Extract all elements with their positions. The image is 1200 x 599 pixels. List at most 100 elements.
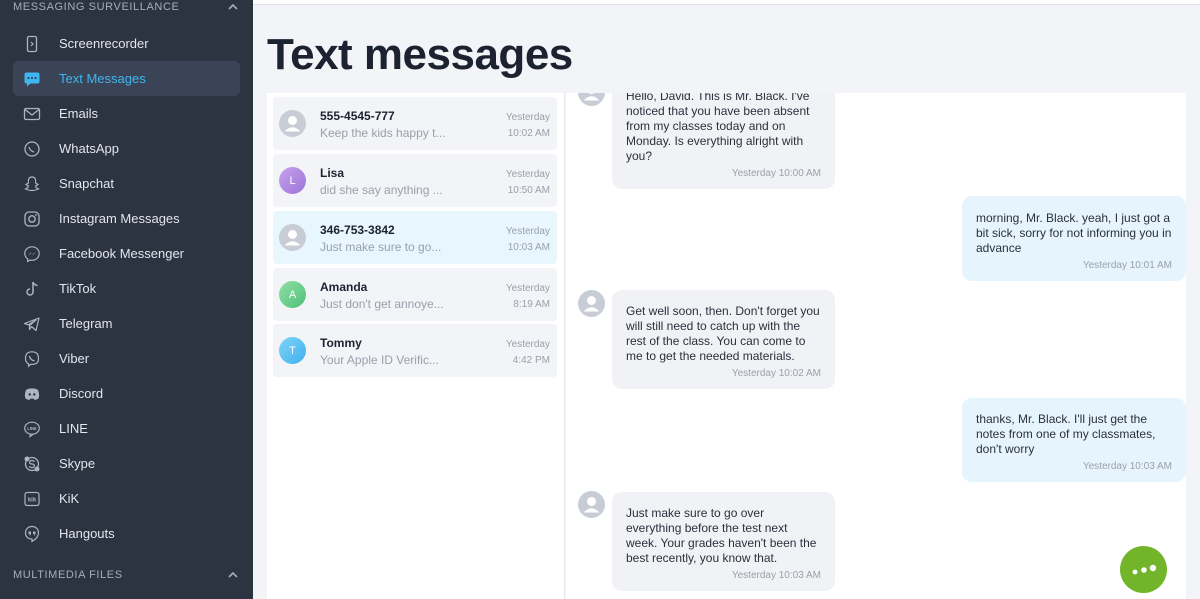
message-timestamp: Yesterday 10:03 AM	[1082, 461, 1172, 472]
conversation-item[interactable]: T Tommy Your Apple ID Verific... Yesterd…	[273, 324, 557, 377]
sidebar-item-label: Hangouts	[59, 526, 115, 541]
sidebar-item-screenrecorder[interactable]: Screenrecorder	[13, 26, 240, 61]
section-header-messaging[interactable]: MESSAGING SURVEILLANCE	[13, 0, 239, 17]
message-text: thanks, Mr. Black. I'll just get the not…	[976, 412, 1156, 456]
sidebar-item-discord[interactable]: Discord	[13, 376, 240, 411]
sidebar-item-label: Snapchat	[59, 176, 114, 191]
sidebar-item-emails[interactable]: Emails	[13, 96, 240, 131]
chevron-up-icon[interactable]	[227, 569, 239, 581]
user-placeholder-icon	[284, 230, 301, 246]
message-text: Just make sure to go over everything bef…	[626, 506, 817, 565]
instagram-icon	[23, 210, 41, 228]
phone-icon	[23, 35, 41, 53]
conversation-time: 8:19 AM	[513, 299, 550, 310]
conversation-list: 555-4545-777 Keep the kids happy t... Ye…	[267, 93, 565, 599]
chat-bubble-icon	[23, 70, 41, 88]
avatar	[279, 110, 306, 137]
snapchat-icon	[23, 175, 41, 193]
sidebar-item-label: TikTok	[59, 281, 97, 296]
message-text: Get well soon, then. Don't forget you wi…	[626, 304, 820, 363]
message-incoming: Hello, David. This is Mr. Black. I've no…	[612, 93, 835, 189]
sidebar-item-label: Screenrecorder	[59, 36, 149, 51]
message-timestamp: Yesterday 10:00 AM	[731, 168, 821, 179]
conversation-preview: Keep the kids happy t...	[320, 126, 445, 140]
sidebar: MESSAGING SURVEILLANCE Screenrecorder Te…	[0, 0, 253, 599]
chat-thread[interactable]: Hello, David. This is Mr. Black. I've no…	[566, 93, 1186, 599]
conversation-day: Yesterday	[505, 283, 550, 294]
sidebar-item-label: Text Messages	[59, 71, 146, 86]
page-title: Text messages	[267, 30, 573, 79]
user-placeholder-icon	[284, 116, 301, 132]
discord-icon	[23, 385, 41, 403]
message-incoming: Just make sure to go over everything bef…	[612, 492, 835, 591]
message-text: morning, Mr. Black. yeah, I just got a b…	[976, 211, 1172, 255]
sidebar-item-viber[interactable]: Viber	[13, 341, 240, 376]
sidebar-nav: Screenrecorder Text Messages Emails What…	[13, 26, 240, 551]
sidebar-item-snapchat[interactable]: Snapchat	[13, 166, 240, 201]
message-timestamp: Yesterday 10:03 AM	[731, 570, 821, 581]
sidebar-item-label: Viber	[59, 351, 90, 366]
sidebar-item-label: Instagram Messages	[59, 211, 180, 226]
avatar: L	[279, 167, 306, 194]
sidebar-item-kik[interactable]: kik KiK	[13, 481, 240, 516]
conversation-day: Yesterday	[505, 226, 550, 237]
telegram-icon	[23, 315, 41, 333]
conversation-preview: did she say anything ...	[320, 183, 443, 197]
sidebar-item-tiktok[interactable]: TikTok	[13, 271, 240, 306]
conversation-time: 10:03 AM	[507, 242, 550, 253]
sidebar-item-telegram[interactable]: Telegram	[13, 306, 240, 341]
sidebar-item-skype[interactable]: Skype	[13, 446, 240, 481]
message-outgoing: thanks, Mr. Black. I'll just get the not…	[962, 398, 1186, 482]
viber-icon	[23, 350, 41, 368]
sidebar-item-whatsapp[interactable]: WhatsApp	[13, 131, 240, 166]
whatsapp-icon	[23, 140, 41, 158]
conversation-time: 10:50 AM	[507, 185, 550, 196]
sidebar-item-line[interactable]: LINE LINE	[13, 411, 240, 446]
sidebar-item-hangouts[interactable]: Hangouts	[13, 516, 240, 551]
conversation-item[interactable]: 346-753-3842 Just make sure to go... Yes…	[273, 211, 557, 264]
sidebar-item-label: LINE	[59, 421, 88, 436]
user-placeholder-icon	[583, 497, 600, 513]
sidebar-item-label: KiK	[59, 491, 80, 506]
conversation-name: Amanda	[320, 280, 368, 294]
conversation-item[interactable]: 555-4545-777 Keep the kids happy t... Ye…	[273, 97, 557, 150]
conversation-preview: Just make sure to go...	[320, 240, 442, 254]
chevron-up-icon[interactable]	[227, 1, 239, 13]
conversation-time: 10:02 AM	[507, 128, 550, 139]
message-incoming: Get well soon, then. Don't forget you wi…	[612, 290, 835, 389]
section-header-multimedia[interactable]: MULTIMEDIA FILES	[13, 565, 239, 585]
sidebar-item-label: Emails	[59, 106, 99, 121]
message-text: Hello, David. This is Mr. Black. I've no…	[626, 93, 810, 163]
sidebar-item-label: Telegram	[59, 316, 113, 331]
conversation-item[interactable]: A Amanda Just don't get annoye... Yester…	[273, 268, 557, 321]
sidebar-item-facebook-messenger[interactable]: Facebook Messenger	[13, 236, 240, 271]
conversation-time: 4:42 PM	[512, 355, 550, 366]
conversation-name: 346-753-3842	[320, 223, 395, 237]
svg-text:LINE: LINE	[27, 426, 37, 431]
support-chat-button[interactable]	[1120, 546, 1167, 593]
sidebar-item-label: Skype	[59, 456, 96, 471]
kik-icon: kik	[23, 490, 41, 508]
conversation-preview: Your Apple ID Verific...	[320, 353, 439, 367]
conversation-day: Yesterday	[505, 169, 550, 180]
message-timestamp: Yesterday 10:02 AM	[731, 368, 821, 379]
tiktok-icon	[23, 280, 41, 298]
line-icon: LINE	[23, 420, 41, 438]
sidebar-item-label: Discord	[59, 386, 104, 401]
conversation-day: Yesterday	[505, 112, 550, 123]
sidebar-item-instagram[interactable]: Instagram Messages	[13, 201, 240, 236]
conversation-preview: Just don't get annoye...	[320, 297, 444, 311]
message-timestamp: Yesterday 10:01 AM	[1082, 260, 1172, 271]
envelope-icon	[23, 105, 41, 123]
conversation-name: Lisa	[320, 166, 345, 180]
sidebar-item-text-messages[interactable]: Text Messages	[13, 61, 240, 96]
avatar	[578, 491, 605, 518]
conversation-day: Yesterday	[505, 339, 550, 350]
top-bar	[253, 0, 1200, 5]
user-placeholder-icon	[583, 93, 600, 101]
conversation-item[interactable]: L Lisa did she say anything ... Yesterda…	[273, 154, 557, 207]
avatar	[578, 93, 605, 106]
sidebar-item-label: WhatsApp	[59, 141, 119, 156]
avatar: T	[279, 337, 306, 364]
conversation-name: 555-4545-777	[320, 109, 395, 123]
